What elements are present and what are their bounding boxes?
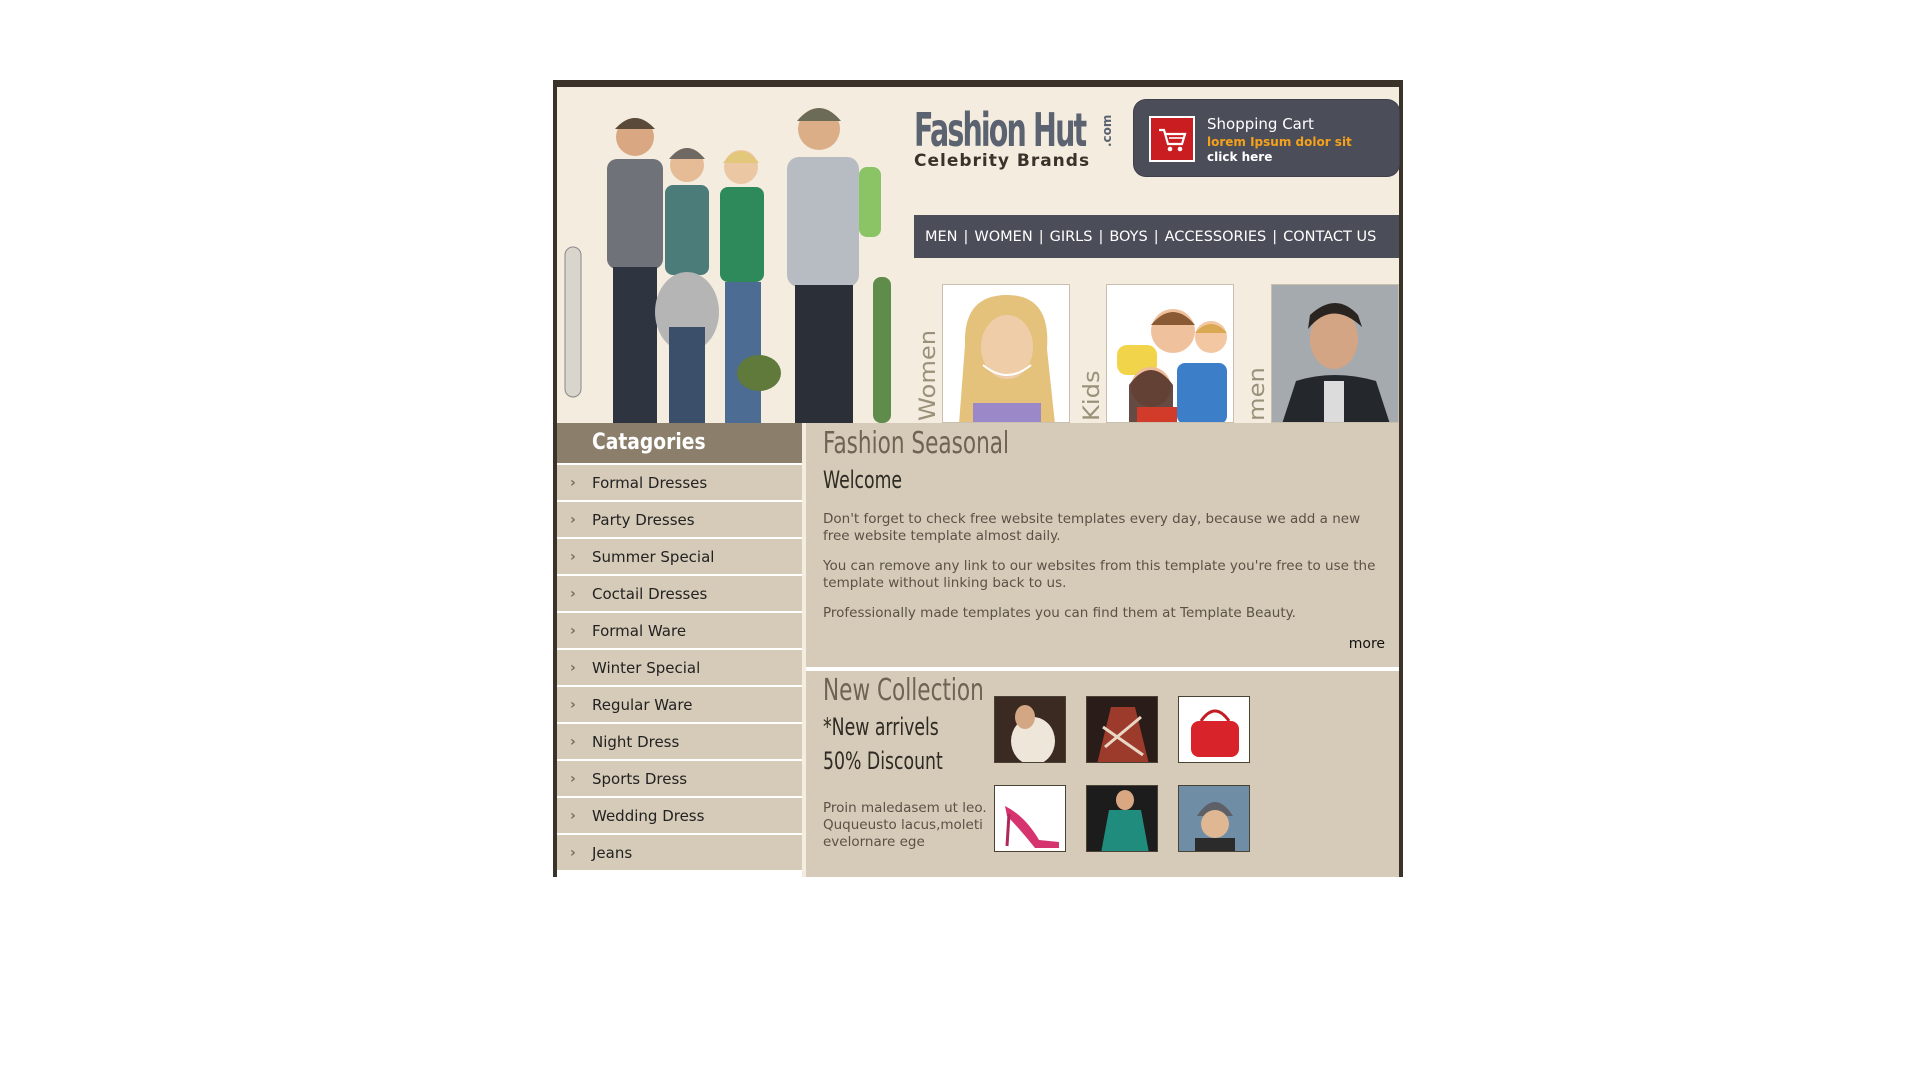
- chevron-right-icon: ›: [570, 733, 576, 750]
- nav-separator: |: [1038, 228, 1044, 245]
- product-thumb-party-dress[interactable]: [1086, 696, 1158, 763]
- main-nav: MEN | WOMEN | GIRLS | BOYS | ACCESSORIES…: [914, 215, 1399, 258]
- category-label: Winter Special: [592, 658, 701, 677]
- nav-separator: |: [1098, 228, 1104, 245]
- category-label: Coctail Dresses: [592, 584, 708, 603]
- logo-subtitle: Celebrity Brands: [914, 151, 1091, 171]
- welcome-paragraph: Don't forget to check free website templ…: [823, 511, 1361, 544]
- category-label: Summer Special: [592, 547, 715, 566]
- kids-photo[interactable]: [1106, 284, 1234, 423]
- collection-title: New Collection: [823, 673, 984, 708]
- men-photo[interactable]: [1271, 284, 1399, 423]
- category-winter-special[interactable]: › Winter Special: [557, 650, 802, 685]
- chevron-right-icon: ›: [570, 511, 576, 528]
- category-wedding-dress[interactable]: › Wedding Dress: [557, 798, 802, 833]
- category-label: Night Dress: [592, 732, 680, 751]
- category-label: Party Dresses: [592, 510, 695, 529]
- welcome-paragraph: You can remove any link to our websites …: [823, 558, 1376, 591]
- site-logo[interactable]: Fashion Hut .com Celebrity Brands: [914, 105, 1129, 173]
- chevron-right-icon: ›: [570, 474, 576, 491]
- category-formal-dresses[interactable]: › Formal Dresses: [557, 465, 802, 500]
- category-formal-ware[interactable]: › Formal Ware: [557, 613, 802, 648]
- category-label: Sports Dress: [592, 769, 688, 788]
- category-label: Regular Ware: [592, 695, 693, 714]
- page-frame: Fashion Hut .com Celebrity Brands Shoppi…: [553, 80, 1403, 877]
- category-label: Jeans: [592, 843, 633, 862]
- logo-text: Fashion Hut: [914, 103, 1087, 157]
- cart-click-here-link[interactable]: click here: [1207, 150, 1272, 164]
- welcome-section: Fashion Seasonal Welcome Don't forget to…: [806, 423, 1399, 667]
- category-party-dresses[interactable]: › Party Dresses: [557, 502, 802, 537]
- shopping-cart-widget[interactable]: Shopping Cart lorem Ipsum dolor sit clic…: [1134, 100, 1399, 176]
- category-label: Formal Ware: [592, 621, 687, 640]
- category-jeans[interactable]: › Jeans: [557, 835, 802, 870]
- chevron-right-icon: ›: [570, 770, 576, 787]
- chevron-right-icon: ›: [570, 659, 576, 676]
- nav-separator: |: [963, 228, 969, 245]
- categories-list: › Formal Dresses › Party Dresses › Summe…: [557, 465, 802, 870]
- nav-men[interactable]: MEN: [925, 229, 958, 245]
- nav-girls[interactable]: GIRLS: [1050, 229, 1093, 245]
- tile-label-men: men: [1245, 367, 1270, 421]
- chevron-right-icon: ›: [570, 807, 576, 824]
- chevron-right-icon: ›: [570, 548, 576, 565]
- header: Fashion Hut .com Celebrity Brands Shoppi…: [557, 87, 1399, 423]
- welcome-title: Fashion Seasonal: [823, 426, 1010, 461]
- women-photo[interactable]: [942, 284, 1070, 423]
- collection-text: Proin maledasem ut leo. Ququeusto lacus,…: [823, 800, 987, 850]
- category-coctail-dresses[interactable]: › Coctail Dresses: [557, 576, 802, 611]
- tile-label-kids: Kids: [1080, 370, 1105, 421]
- tile-label-women: Women: [916, 329, 941, 421]
- product-thumb-beanie[interactable]: [1178, 785, 1250, 852]
- category-summer-special[interactable]: › Summer Special: [557, 539, 802, 574]
- nav-separator: |: [1153, 228, 1159, 245]
- tile-men[interactable]: men: [1244, 284, 1399, 423]
- tile-kids[interactable]: Kids: [1079, 284, 1234, 423]
- more-link[interactable]: more: [1349, 636, 1385, 652]
- nav-women[interactable]: WOMEN: [974, 229, 1032, 245]
- chevron-right-icon: ›: [570, 696, 576, 713]
- welcome-subtitle: Welcome: [823, 466, 903, 494]
- category-night-dress[interactable]: › Night Dress: [557, 724, 802, 759]
- product-thumb-teal-dress[interactable]: [1086, 785, 1158, 852]
- category-regular-ware[interactable]: › Regular Ware: [557, 687, 802, 722]
- nav-accessories[interactable]: ACCESSORIES: [1165, 229, 1267, 245]
- nav-contact-us[interactable]: CONTACT US: [1283, 229, 1376, 245]
- product-thumb-wedding-gown[interactable]: [994, 696, 1066, 763]
- cart-title: Shopping Cart: [1207, 115, 1314, 133]
- category-sports-dress[interactable]: › Sports Dress: [557, 761, 802, 796]
- shopping-cart-icon[interactable]: [1149, 116, 1195, 162]
- welcome-paragraph: Professionally made templates you can fi…: [823, 605, 1296, 621]
- chevron-right-icon: ›: [570, 622, 576, 639]
- categories-sidebar: Catagories › Formal Dresses › Party Dres…: [557, 423, 802, 877]
- collection-discount: 50% Discount: [823, 747, 943, 775]
- categories-title: Catagories: [557, 423, 802, 463]
- product-thumb-pink-heels[interactable]: [994, 785, 1066, 852]
- chevron-right-icon: ›: [570, 585, 576, 602]
- main-content: Fashion Seasonal Welcome Don't forget to…: [806, 423, 1399, 877]
- hero-group-photo: [557, 87, 907, 423]
- collection-new-arrivals: *New arrivels: [823, 713, 939, 741]
- product-thumb-red-handbag[interactable]: [1178, 696, 1250, 763]
- logo-com-text: .com: [1100, 114, 1114, 147]
- chevron-right-icon: ›: [570, 844, 576, 861]
- nav-separator: |: [1272, 228, 1278, 245]
- new-collection-section: New Collection *New arrivels 50% Discoun…: [806, 671, 1399, 877]
- category-label: Wedding Dress: [592, 806, 705, 825]
- cart-text: lorem Ipsum dolor sit: [1207, 135, 1352, 149]
- nav-boys[interactable]: BOYS: [1109, 229, 1147, 245]
- tile-women[interactable]: Women: [915, 284, 1070, 423]
- category-label: Formal Dresses: [592, 473, 708, 492]
